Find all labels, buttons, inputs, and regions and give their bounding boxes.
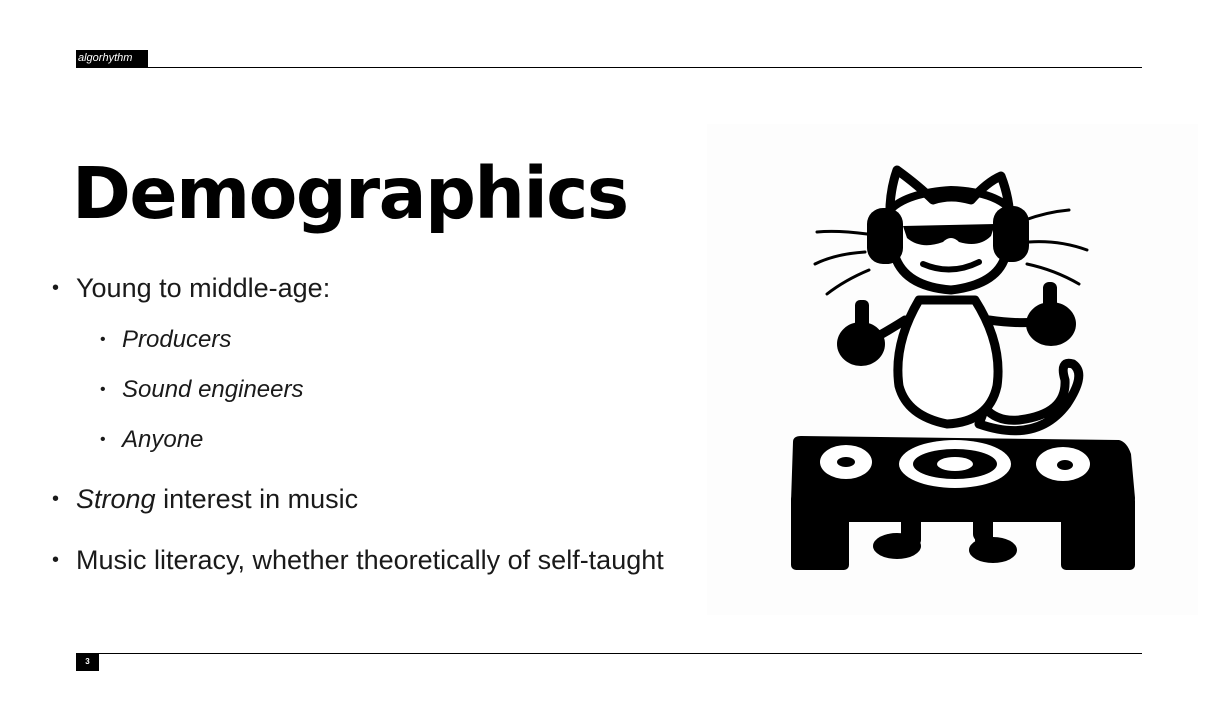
bullet-item: • Music literacy, whether theoretically … <box>52 543 664 577</box>
sub-bullet-item: • Anyone <box>100 425 204 455</box>
header-brand: algorhythm <box>76 50 148 67</box>
bullet-dot-icon: • <box>52 488 60 510</box>
bullet-item: • Young to middle-age: <box>52 271 331 305</box>
bullet-dot-icon: • <box>52 549 60 571</box>
bullet-dot-icon: • <box>100 381 106 398</box>
bullet-dot-icon: • <box>100 431 106 448</box>
bullet-dot-icon: • <box>100 331 106 348</box>
bullet-text: Young to middle-age: <box>76 273 331 303</box>
bullet-emphasis: Strong <box>76 484 156 514</box>
header-divider <box>76 67 1142 68</box>
bullet-dot-icon: • <box>52 277 60 299</box>
footer-divider <box>76 653 1142 654</box>
dj-cat-illustration <box>707 124 1198 615</box>
dj-cat-icon <box>791 165 1135 570</box>
bullet-text: interest in music <box>155 484 359 514</box>
slide-title: Demographics <box>72 152 629 235</box>
bullet-text: Producers <box>122 326 232 353</box>
bullet-text: Music literacy, whether theoretically of… <box>76 545 664 575</box>
sub-bullet-item: • Sound engineers <box>100 375 304 405</box>
page-number: 3 <box>76 653 99 671</box>
sub-bullet-item: • Producers <box>100 325 232 355</box>
bullet-text: Anyone <box>122 426 204 453</box>
bullet-text: Sound engineers <box>122 376 304 403</box>
bullet-item: • Strong interest in music <box>52 482 359 516</box>
